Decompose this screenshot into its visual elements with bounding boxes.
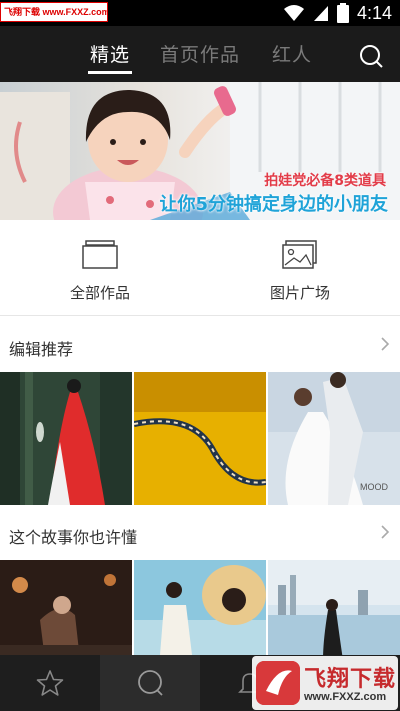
photo-thumbnail[interactable] — [0, 560, 132, 655]
nav-favorites[interactable] — [0, 655, 100, 711]
watermark-label: 飞翔下载 www.FXXZ.com — [0, 2, 108, 22]
top-navigation: 精选 首页作品 红人 — [0, 26, 400, 82]
watermark-logo-icon — [256, 661, 300, 705]
category-row: 全部作品 图片广场 — [0, 220, 400, 316]
category-all-works[interactable]: 全部作品 — [0, 220, 200, 316]
chevron-right-icon — [381, 337, 390, 351]
category-photo-plaza-label: 图片广场 — [269, 284, 330, 302]
section-story[interactable]: 这个故事你也许懂 — [0, 508, 400, 560]
photo-grid-editor-picks: MOOD — [0, 372, 400, 505]
tab-celebrities[interactable]: 红人 — [272, 40, 312, 67]
photo-thumbnail[interactable] — [134, 372, 266, 505]
photo-grid-story — [0, 560, 400, 655]
nav-discover[interactable] — [100, 655, 200, 711]
star-icon — [36, 670, 64, 696]
tab-featured[interactable]: 精选 — [90, 40, 130, 67]
status-bar: 飞翔下载 www.FXXZ.com 4:14 — [0, 0, 400, 26]
section-title: 编辑推荐 — [9, 340, 74, 359]
section-title: 这个故事你也许懂 — [9, 528, 138, 547]
watermark-badge: 飞翔下载 www.FXXZ.com — [252, 656, 398, 710]
photo-thumbnail[interactable] — [0, 372, 132, 505]
chevron-right-icon — [381, 525, 390, 539]
category-all-works-label: 全部作品 — [69, 284, 130, 302]
status-icons: 4:14 — [283, 0, 392, 26]
banner-headline: 拍娃党必备8类道具 — [264, 173, 386, 189]
photo-thumbnail[interactable] — [134, 560, 266, 655]
tab-home-works[interactable]: 首页作品 — [160, 40, 240, 67]
wifi-icon — [283, 5, 304, 21]
chat-bubble-icon — [138, 670, 163, 696]
search-icon[interactable] — [358, 43, 384, 69]
photo-thumbnail[interactable]: MOOD — [268, 372, 400, 505]
folder-icon — [82, 240, 118, 269]
section-editor-picks[interactable]: 编辑推荐 — [0, 320, 400, 372]
signal-icon — [313, 6, 328, 21]
picture-icon — [282, 240, 317, 269]
photo-caption: MOOD — [360, 482, 388, 492]
battery-icon — [336, 3, 349, 23]
banner-subheadline: 让你5分钟搞定身边的小朋友 — [159, 194, 388, 215]
photo-thumbnail[interactable] — [268, 560, 400, 655]
active-tab-indicator — [88, 71, 132, 74]
promo-banner[interactable]: 拍娃党必备8类道具 让你5分钟搞定身边的小朋友 — [0, 82, 400, 220]
clock: 4:14 — [356, 2, 392, 23]
category-photo-plaza[interactable]: 图片广场 — [200, 220, 400, 316]
watermark-url: www.FXXZ.com — [304, 691, 387, 703]
watermark-name: 飞翔下载 — [304, 667, 397, 692]
